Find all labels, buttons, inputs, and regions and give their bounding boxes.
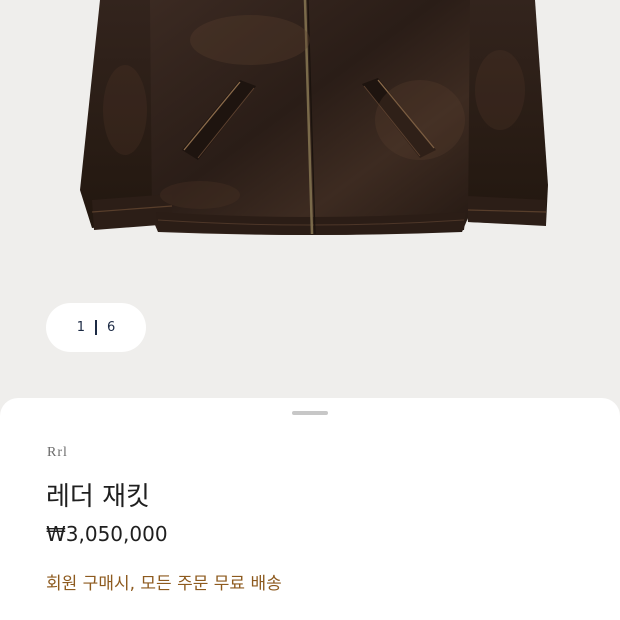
sheet-drag-handle[interactable] <box>292 411 328 415</box>
product-detail-screen: 1 6 Rrl 레더 재킷 ₩3,050,000 회원 구매시, 모든 주문 무… <box>0 0 620 620</box>
leather-jacket-image <box>80 0 548 235</box>
product-info-sheet[interactable]: Rrl 레더 재킷 ₩3,050,000 회원 구매시, 모든 주문 무료 배송 <box>0 398 620 620</box>
product-image-gallery[interactable]: 1 6 <box>0 0 620 420</box>
image-pager: 1 6 <box>46 303 146 352</box>
brand-name: Rrl <box>47 445 68 460</box>
shipping-promo: 회원 구매시, 모든 주문 무료 배송 <box>46 574 282 594</box>
product-title: 레더 재킷 <box>46 482 150 512</box>
pager-separator <box>95 320 97 335</box>
pager-current: 1 <box>76 320 85 335</box>
product-price: ₩3,050,000 <box>46 522 168 546</box>
pager-total: 6 <box>107 320 116 335</box>
